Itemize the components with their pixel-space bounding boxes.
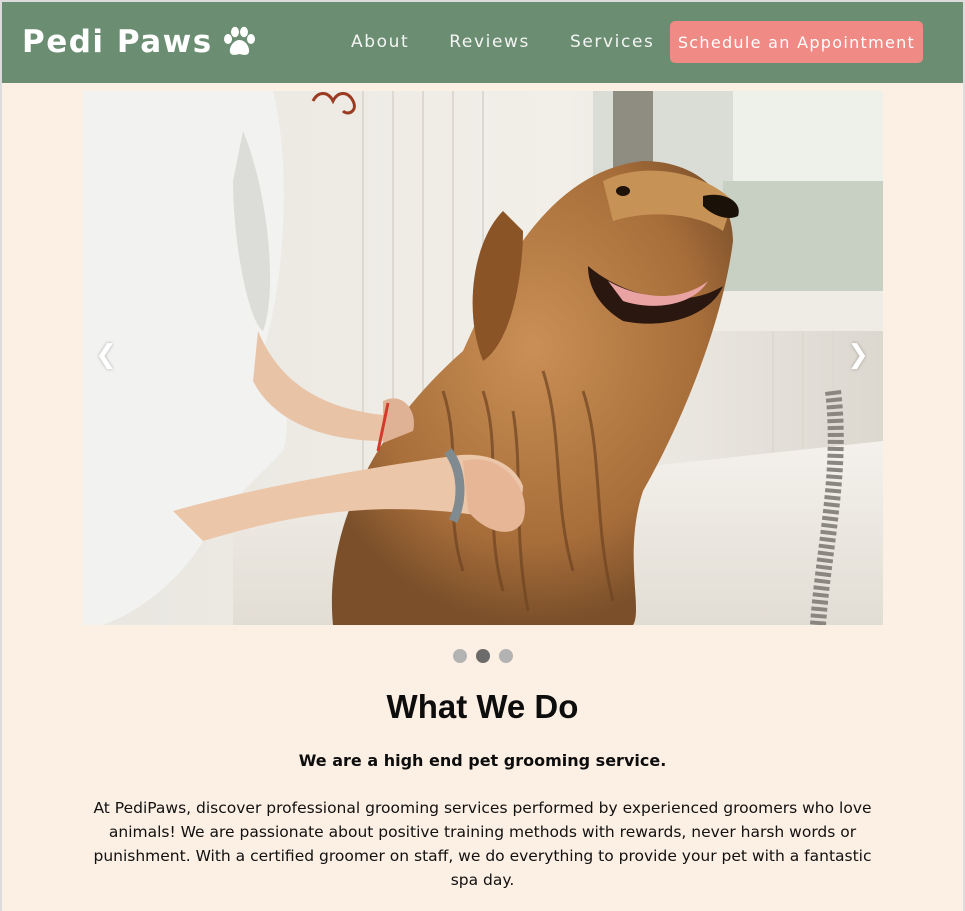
- section-title: What We Do: [386, 688, 579, 725]
- carousel-prev-button[interactable]: ❮: [91, 335, 121, 375]
- image-carousel: ❮ ❯: [83, 91, 883, 625]
- paw-icon: [221, 25, 257, 59]
- nav-link-reviews[interactable]: Reviews: [449, 32, 530, 52]
- navbar: Pedi Paws About Reviews Services Schedul…: [2, 2, 963, 83]
- nav-link-services[interactable]: Services: [570, 32, 655, 52]
- section-description: At PediPaws, discover professional groom…: [93, 799, 872, 889]
- carousel-slide-dog-bath-photo: [83, 91, 883, 625]
- main-nav: About Reviews Services: [351, 32, 654, 52]
- section-tagline: We are a high end pet grooming service.: [298, 751, 667, 770]
- carousel-dot-1[interactable]: [452, 649, 467, 663]
- carousel-indicators: [0, 649, 965, 663]
- nav-link-about[interactable]: About: [351, 32, 409, 52]
- schedule-appointment-button[interactable]: Schedule an Appointment: [670, 21, 923, 63]
- carousel-next-button[interactable]: ❯: [843, 335, 873, 375]
- brand-name: Pedi Paws: [22, 24, 213, 60]
- carousel-dot-3[interactable]: [498, 649, 513, 663]
- brand-logo[interactable]: Pedi Paws: [22, 24, 257, 60]
- carousel-dot-2[interactable]: [475, 649, 490, 663]
